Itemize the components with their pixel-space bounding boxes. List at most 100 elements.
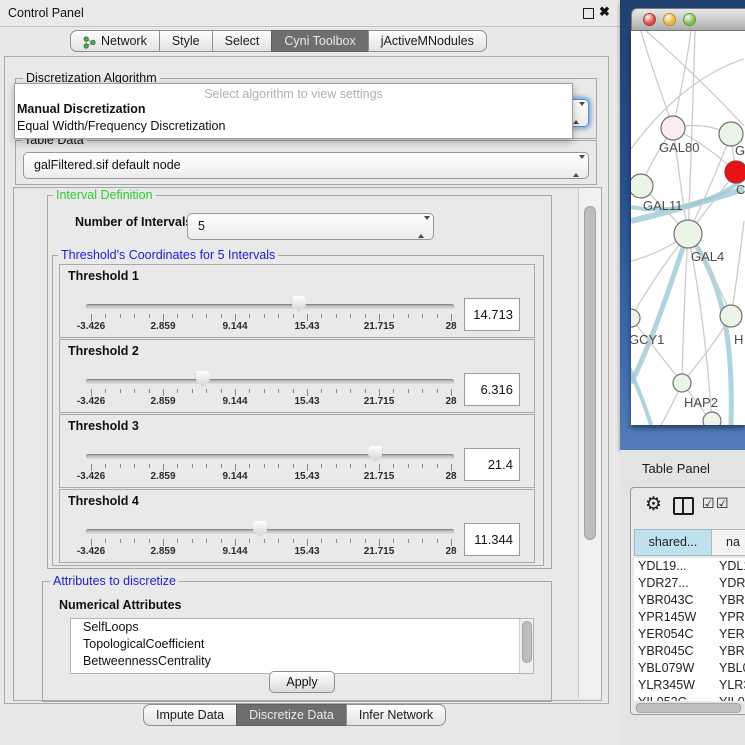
close-traffic-light[interactable] <box>643 13 656 26</box>
tab-discretize-data[interactable]: Discretize Data <box>236 704 347 726</box>
slider-tick <box>336 464 337 468</box>
cell-name: YLR3 <box>719 677 745 694</box>
tab-network[interactable]: Network <box>70 30 160 52</box>
cell-name: YDL1 <box>719 558 745 575</box>
slider-tick <box>336 389 337 393</box>
threshold-value-field[interactable]: 6.316 <box>464 373 520 406</box>
table-row[interactable]: YLR345WYLR3 <box>634 677 745 694</box>
number-of-intervals-label: Number of Intervals <box>75 215 192 229</box>
dropdown-option-equal-width-frequency-discretization[interactable]: Equal Width/Frequency Discretization <box>17 118 225 134</box>
list-item-topologicalcoefficient[interactable]: TopologicalCoefficient <box>71 636 533 653</box>
slider-tick-label: 2.859 <box>150 546 175 557</box>
slider-tick <box>451 314 452 321</box>
tab-impute-data[interactable]: Impute Data <box>143 704 237 726</box>
slider-thumb[interactable] <box>292 296 306 312</box>
horizontal-scrollbar[interactable] <box>634 702 744 712</box>
slider-zone[interactable]: -3.4262.8599.14415.4321.71528 <box>91 415 451 487</box>
table-row[interactable]: YBL079WYBL0 <box>634 660 745 677</box>
slider-tick <box>278 539 279 543</box>
threshold-value-field[interactable]: 21.4 <box>464 448 520 481</box>
slider-thumb[interactable] <box>196 371 210 387</box>
threshold-sliders: Threshold 1-3.4262.8599.14415.4321.71528… <box>59 264 535 564</box>
column-header-shared-name[interactable]: shared... <box>634 529 712 556</box>
slider-tick <box>437 314 438 318</box>
slider-thumb[interactable] <box>253 521 267 537</box>
split-columns-icon[interactable] <box>673 497 694 515</box>
float-window-icon[interactable] <box>583 8 594 19</box>
svg-text:H: H <box>734 332 743 347</box>
slider-tick <box>163 464 164 471</box>
list-scrollbar-thumb[interactable] <box>522 621 532 663</box>
tab-jactivemnodules[interactable]: jActiveMNodules <box>368 30 487 52</box>
close-icon[interactable]: ✖ <box>599 4 610 20</box>
table-row[interactable]: YBR045CYBR0 <box>634 643 745 660</box>
table-data-combobox[interactable]: galFiltered.sif default node <box>23 152 589 179</box>
zoom-traffic-light[interactable] <box>683 13 696 26</box>
threshold-value-field[interactable]: 11.344 <box>464 523 520 556</box>
cell-name: YER0 <box>719 626 745 643</box>
slider-tick <box>134 389 135 393</box>
slider-tick <box>206 389 207 393</box>
list-item-selfloops[interactable]: SelfLoops <box>71 619 533 636</box>
svg-text:C: C <box>736 182 745 197</box>
slider-tick <box>105 389 106 393</box>
slider-tick <box>149 314 150 318</box>
gear-icon[interactable]: ⚙ <box>645 493 662 516</box>
control-panel-titlebar: Control Panel ✖ <box>0 0 620 27</box>
list-item-betweennesscentrality[interactable]: BetweennessCentrality <box>71 653 533 670</box>
slider-tick <box>249 464 250 468</box>
slider-tick <box>379 464 380 471</box>
slider-tick-label: 9.144 <box>222 396 247 407</box>
slider-tick <box>321 314 322 318</box>
slider-tick <box>307 314 308 321</box>
apply-button[interactable]: Apply <box>269 671 335 693</box>
vertical-scrollbar[interactable] <box>578 188 601 698</box>
cell-shared-name: YER054C <box>638 626 694 643</box>
network-window: GAL80GACGAL11GAL4GCY1HHAP2 <box>620 0 745 450</box>
slider-zone[interactable]: -3.4262.8599.14415.4321.71528 <box>91 340 451 412</box>
tab-infer-network[interactable]: Infer Network <box>346 704 446 726</box>
slider-tick <box>264 389 265 393</box>
table-row[interactable]: YBR043CYBR0 <box>634 592 745 609</box>
tab-cyni-toolbox[interactable]: Cyni Toolbox <box>271 30 368 52</box>
cell-shared-name: YBR043C <box>638 592 694 609</box>
number-of-intervals-value: 5 <box>198 214 205 238</box>
slider-zone[interactable]: -3.4262.8599.14415.4321.71528 <box>91 490 451 562</box>
tab-style[interactable]: Style <box>159 30 213 52</box>
table-row[interactable]: YIL052CYIL0 <box>634 694 745 701</box>
number-of-intervals-combobox[interactable]: 5 <box>187 213 434 240</box>
column-header-name[interactable]: na <box>711 529 745 556</box>
table-panel-toolbar: ⚙ ☑ ☑ <box>631 488 745 528</box>
slider-tick <box>379 314 380 321</box>
table-row[interactable]: YPR145WYPR1 <box>634 609 745 626</box>
table-row[interactable]: YDR27...YDR2 <box>634 575 745 592</box>
tab-select[interactable]: Select <box>212 30 273 52</box>
slider-tick-label: -3.426 <box>77 321 105 332</box>
slider-tick-label: 15.43 <box>294 321 319 332</box>
slider-tick-label: 15.43 <box>294 396 319 407</box>
slider-tick <box>192 389 193 393</box>
numerical-attributes-list[interactable]: SelfLoopsTopologicalCoefficientBetweenne… <box>70 618 534 674</box>
vertical-scrollbar-thumb[interactable] <box>584 206 596 540</box>
table-row[interactable]: YDL19...YDL1 <box>634 558 745 575</box>
threshold-value-field[interactable]: 14.713 <box>464 298 520 331</box>
slider-tick <box>379 539 380 546</box>
slider-tick <box>264 314 265 318</box>
slider-tick <box>393 389 394 393</box>
minimize-traffic-light[interactable] <box>663 13 676 26</box>
network-canvas[interactable]: GAL80GACGAL11GAL4GCY1HHAP2 <box>631 31 745 425</box>
horizontal-scrollbar-thumb[interactable] <box>636 703 741 713</box>
dropdown-option-manual-discretization[interactable]: Manual Discretization <box>17 101 146 117</box>
checkbox-icon[interactable]: ☑ <box>716 495 729 512</box>
slider-tick-label: 2.859 <box>150 321 175 332</box>
slider-tick <box>105 314 106 318</box>
network-window-titlebar[interactable] <box>631 8 745 31</box>
checkbox-icon[interactable]: ☑ <box>702 495 715 512</box>
slider-tick <box>221 539 222 543</box>
table-row[interactable]: YER054C YER0 <box>634 626 745 643</box>
slider-zone[interactable]: -3.4262.8599.14415.4321.71528 <box>91 265 451 337</box>
slider-thumb[interactable] <box>368 446 382 462</box>
list-scrollbar[interactable] <box>519 619 533 673</box>
cell-shared-name: YBL079W <box>638 660 694 677</box>
combo-spinner-icon <box>573 159 581 173</box>
